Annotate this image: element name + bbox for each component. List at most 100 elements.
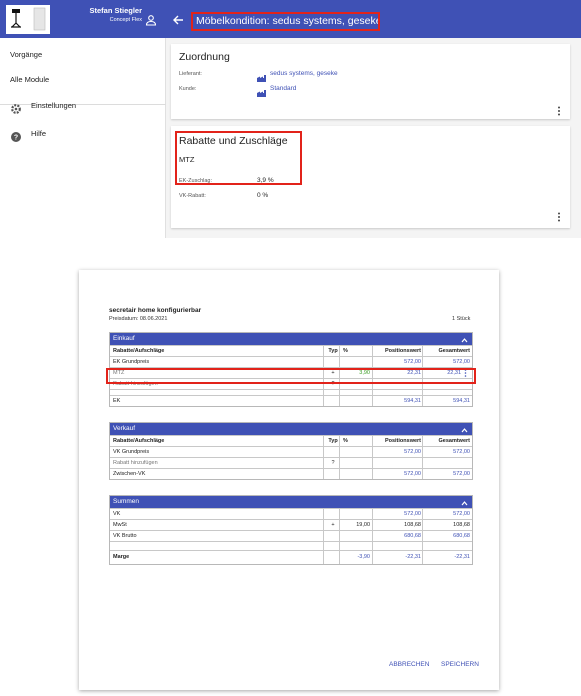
- column-header: %: [343, 438, 348, 444]
- quantity: 1 Stück: [452, 316, 471, 322]
- total-value: 572,00: [453, 449, 470, 455]
- sidebar-item-alle-module[interactable]: Alle Module: [0, 67, 166, 93]
- total-value: -22,31: [454, 554, 470, 560]
- highlight-mtz-row: [106, 368, 476, 384]
- row-name: Marge: [113, 554, 130, 560]
- column-header: Typ: [328, 438, 338, 444]
- factory-icon: [257, 84, 267, 97]
- save-button[interactable]: SPEICHERN: [441, 661, 479, 668]
- lieferant-value[interactable]: sedus systems, geseke: [270, 70, 338, 77]
- zuordnung-card: Zuordnung Lieferant: sedus systems, gese…: [171, 44, 570, 119]
- column-header: Typ: [328, 348, 338, 354]
- sidebar-item-vorgaenge[interactable]: Vorgänge: [0, 42, 166, 68]
- total-value: 572,00: [453, 511, 470, 517]
- position-value: 572,00: [404, 449, 421, 455]
- more-vert-icon[interactable]: [557, 209, 561, 222]
- row-name: Zwischen-VK: [113, 471, 146, 477]
- total-value: 594,31: [453, 398, 470, 404]
- chevron-up-icon[interactable]: [461, 499, 468, 506]
- row-name: VK Brutto: [113, 533, 137, 539]
- table-row: EK Grundpreis 572,00 572,00: [110, 356, 472, 367]
- kunde-value[interactable]: Standard: [270, 85, 296, 92]
- verkauf-section: Verkauf Rabatte/Aufschläge Typ % Positio…: [109, 422, 473, 480]
- sidebar-item-hilfe[interactable]: ? Hilfe: [0, 121, 166, 147]
- total-value: 572,00: [453, 471, 470, 477]
- sidebar-item-einstellungen[interactable]: Einstellungen: [0, 93, 166, 119]
- row-name: EK: [113, 398, 121, 404]
- position-value: 572,00: [404, 511, 421, 517]
- summen-title: Summen: [113, 498, 140, 505]
- column-header: Rabatte/Aufschläge: [113, 348, 165, 354]
- total-value: 680,68: [453, 533, 470, 539]
- vk-rabatt-value: 0 %: [257, 192, 269, 199]
- position-value: 572,00: [404, 471, 421, 477]
- kunde-label: Kunde:: [179, 86, 197, 92]
- sidebar-item-label: Vorgänge: [10, 50, 43, 59]
- row-name: VK Grundpreis: [113, 449, 150, 455]
- table-row: EK 594,31 594,31: [110, 395, 472, 406]
- company-logo: [6, 5, 50, 34]
- einkauf-title: Einkauf: [113, 335, 135, 342]
- zuordnung-title: Zuordnung: [179, 51, 230, 63]
- table-row-marge: Marge -3,90 -22,31 -22,31: [110, 550, 472, 564]
- price-dialog: secretair home konfigurierbar Preisdatum…: [79, 270, 499, 690]
- position-value: -22,31: [405, 554, 421, 560]
- column-header: Positionswert: [384, 438, 421, 444]
- position-value: 680,68: [404, 533, 421, 539]
- page-title: Möbelkondition: sedus systems, geseke: [191, 12, 380, 31]
- user-company: Concept Flex: [109, 17, 142, 23]
- table-row: VK Grundpreis 572,00 572,00: [110, 446, 472, 457]
- chevron-up-icon[interactable]: [461, 426, 468, 433]
- row-name: EK Grundpreis: [113, 359, 150, 365]
- row-type: ?: [331, 460, 335, 466]
- position-value: 108,68: [404, 522, 421, 528]
- more-vert-icon[interactable]: [557, 103, 561, 116]
- column-header: Rabatte/Aufschläge: [113, 438, 165, 444]
- table-header-row: Rabatte/Aufschläge Typ % Positionswert G…: [110, 345, 472, 356]
- position-value: 594,31: [404, 398, 421, 404]
- column-header: Gesamtwert: [438, 348, 471, 354]
- sidebar-item-label: Alle Module: [10, 75, 50, 84]
- factory-icon: [257, 69, 267, 82]
- lieferant-label: Lieferant:: [179, 71, 202, 77]
- back-arrow-icon[interactable]: [172, 13, 184, 25]
- row-type: +: [331, 522, 335, 528]
- vk-rabatt-label: VK-Rabatt:: [179, 193, 206, 199]
- chevron-up-icon[interactable]: [461, 336, 468, 343]
- account-icon[interactable]: [145, 13, 157, 26]
- table-header-row: Rabatte/Aufschläge Typ % Positionswert G…: [110, 435, 472, 446]
- position-value: 572,00: [404, 359, 421, 365]
- row-percent: -3,90: [357, 554, 370, 560]
- sidebar-item-label: Hilfe: [31, 129, 47, 138]
- summen-section: Summen VK 572,00 572,00 MwSt + 19,00 108…: [109, 495, 473, 565]
- gear-icon: [10, 100, 22, 114]
- table-row: MwSt + 19,00 108,68 108,68: [110, 519, 472, 530]
- row-percent: 19,00: [356, 522, 370, 528]
- dialog-title: secretair home konfigurierbar: [109, 307, 202, 314]
- column-header: Gesamtwert: [438, 438, 471, 444]
- table-row: Zwischen-VK 572,00 572,00: [110, 468, 472, 479]
- verkauf-title: Verkauf: [113, 425, 136, 432]
- user-name: Stefan Stiegler: [89, 6, 142, 15]
- column-header: %: [343, 348, 348, 354]
- table-row: VK 572,00 572,00: [110, 508, 472, 519]
- sidebar-item-label: Einstellungen: [31, 101, 77, 110]
- row-name: VK: [113, 511, 121, 517]
- add-discount-row[interactable]: Rabatt hinzufügen ?: [110, 457, 472, 468]
- einkauf-header[interactable]: Einkauf: [110, 333, 472, 345]
- cancel-button[interactable]: ABBRECHEN: [389, 661, 429, 668]
- price-date: Preisdatum: 08.06.2021: [109, 316, 168, 322]
- svg-text:?: ?: [14, 135, 18, 142]
- highlight-rabatte: [175, 131, 302, 185]
- total-value: 572,00: [453, 359, 470, 365]
- help-icon: ?: [10, 128, 22, 142]
- total-value: 108,68: [453, 522, 470, 528]
- table-row: VK Brutto 680,68 680,68: [110, 530, 472, 541]
- sidebar: Vorgänge Alle Module Einstellungen ? Hil…: [0, 38, 166, 238]
- add-discount-label: Rabatt hinzufügen: [113, 460, 158, 466]
- row-name: MwSt: [113, 522, 127, 528]
- summen-header[interactable]: Summen: [110, 496, 472, 508]
- top-app-bar: Stefan Stiegler Concept Flex Möbelkondit…: [0, 0, 581, 38]
- verkauf-header[interactable]: Verkauf: [110, 423, 472, 435]
- table-row-empty: [110, 541, 472, 550]
